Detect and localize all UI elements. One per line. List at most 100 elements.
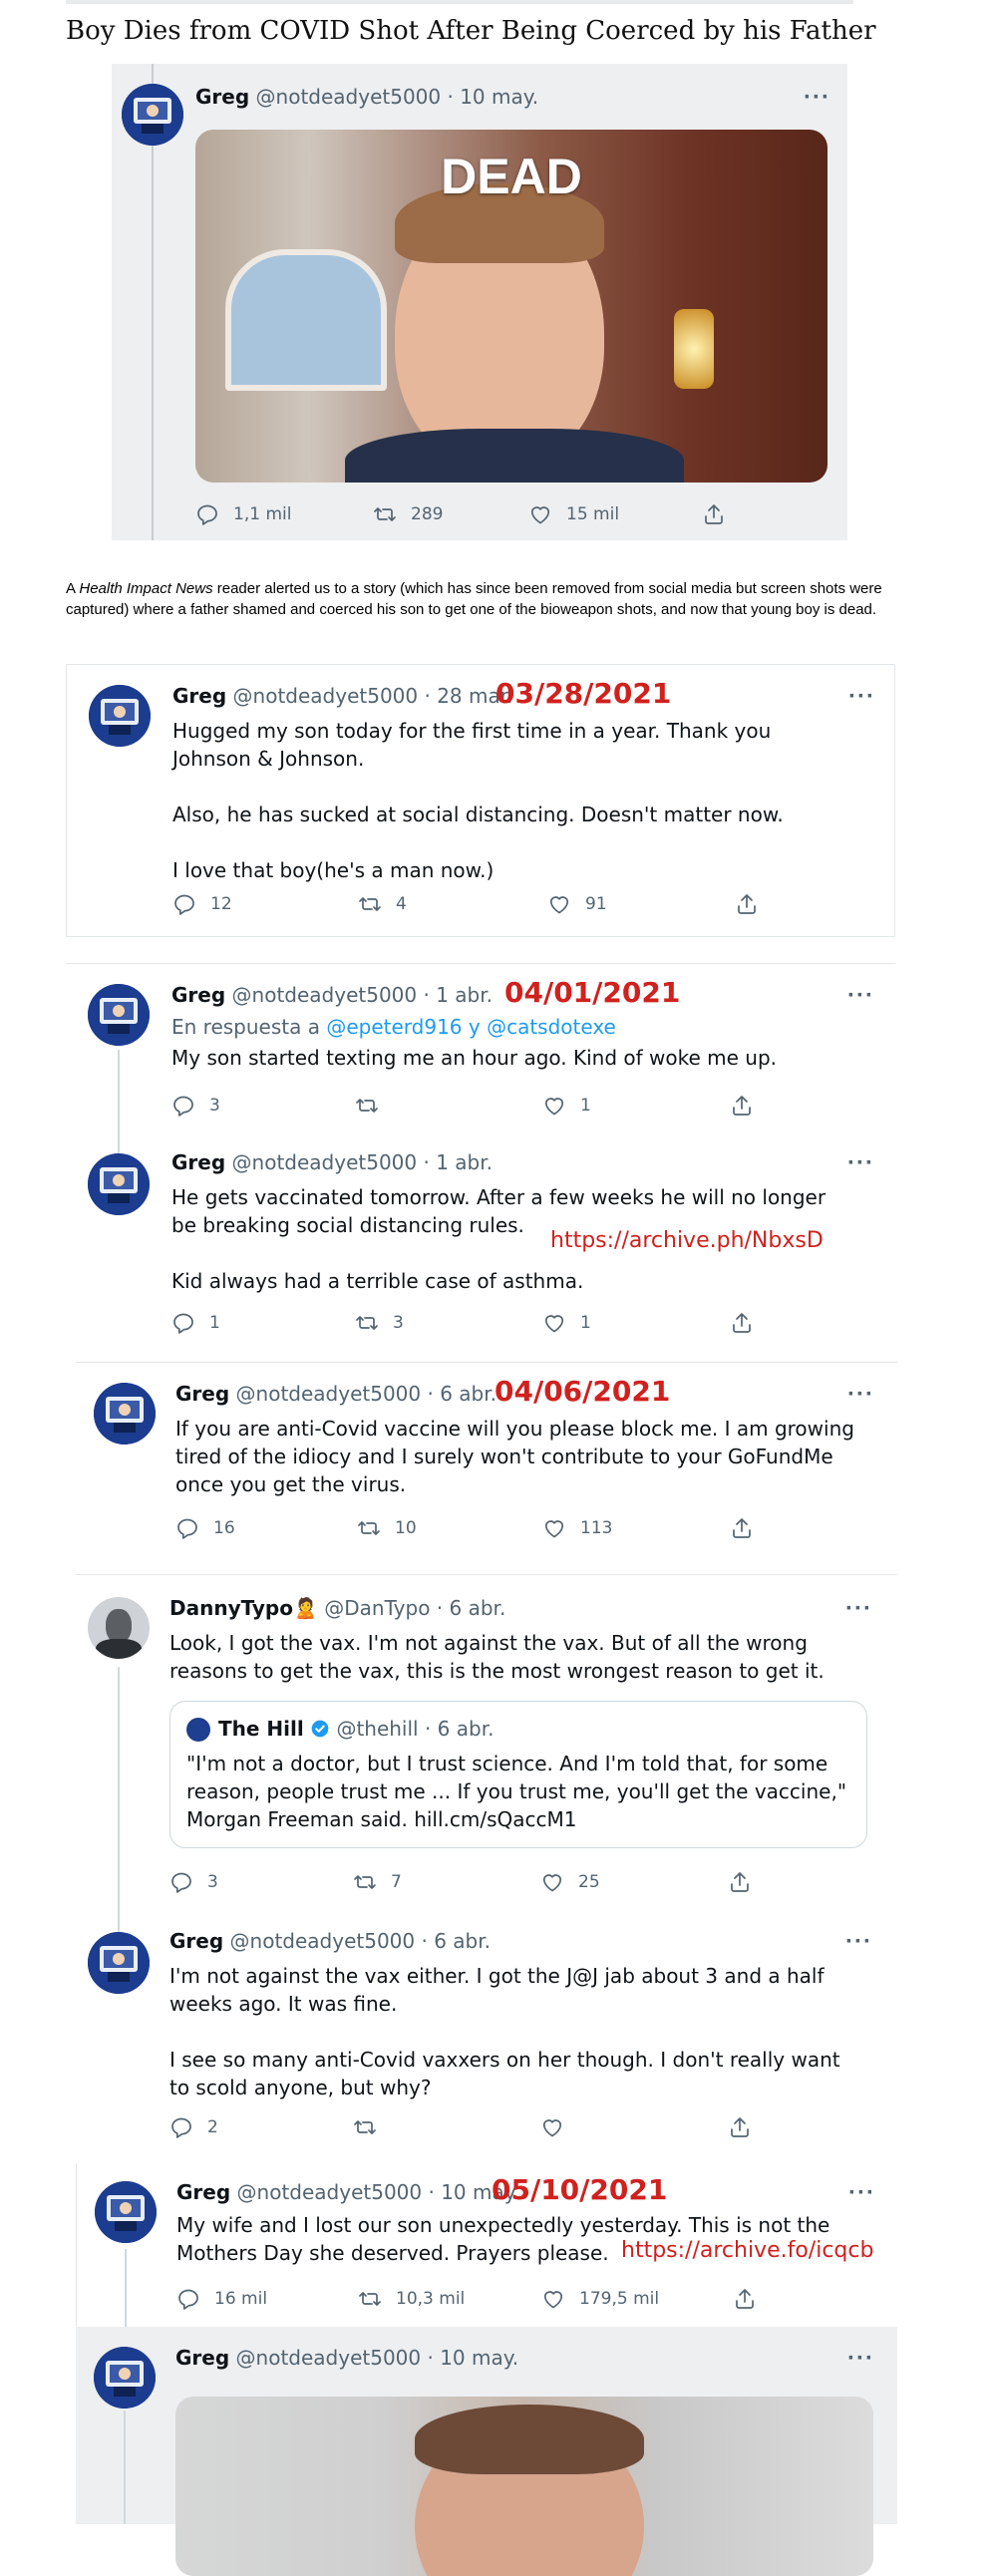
retweet-icon	[358, 2287, 382, 2311]
author-handle[interactable]: @notdeadyet5000 · 6 abr.	[230, 1929, 491, 1953]
more-icon[interactable]: ···	[848, 2181, 875, 2205]
author-handle[interactable]: @notdeadyet5000 · 1 abr.	[232, 1150, 493, 1174]
reply-icon	[169, 1870, 193, 1894]
like-icon	[547, 892, 571, 916]
reply-action[interactable]: 3	[169, 1868, 218, 1896]
window-shape	[225, 249, 387, 391]
reply-context: En respuesta a @epeterd916 y @catsdotexe	[171, 1015, 616, 1039]
more-icon[interactable]: ···	[847, 984, 874, 1008]
author-name[interactable]: Greg	[171, 1150, 225, 1174]
reply-count: 16	[213, 1518, 235, 1538]
reply-action[interactable]: 1	[171, 1309, 220, 1337]
retweet-action[interactable]: 289	[373, 500, 443, 528]
quote-author-handle[interactable]: @thehill · 6 abr.	[336, 1717, 494, 1741]
tweet-header: Greg @notdeadyet5000 · 10 may.	[175, 2345, 518, 2371]
reply-mentions[interactable]: @epeterd916 y @catsdotexe	[326, 1015, 616, 1039]
avatar[interactable]	[95, 2181, 157, 2243]
author-name[interactable]: Greg	[175, 1382, 229, 1406]
author-name[interactable]: DannyTypo🙎	[169, 1596, 318, 1620]
share-action[interactable]	[728, 2113, 752, 2141]
retweet-action[interactable]	[355, 1092, 393, 1120]
like-action[interactable]	[540, 2113, 578, 2141]
author-handle[interactable]: @notdeadyet5000 · 1 abr.	[232, 983, 493, 1007]
quote-author-name[interactable]: The Hill	[218, 1717, 304, 1741]
retweet-action[interactable]: 10	[357, 1514, 417, 1542]
share-action[interactable]	[735, 890, 759, 918]
more-icon[interactable]: ···	[847, 1151, 874, 1175]
avatar[interactable]	[94, 1383, 156, 1445]
quoted-tweet[interactable]: The Hill @thehill · 6 abr. "I'm not a do…	[169, 1701, 867, 1848]
avatar[interactable]	[89, 685, 151, 747]
avatar[interactable]	[122, 84, 183, 146]
retweet-action[interactable]: 3	[355, 1309, 404, 1337]
retweet-action[interactable]: 7	[353, 1868, 402, 1896]
reply-action[interactable]: 3	[171, 1092, 220, 1120]
author-name[interactable]: Greg	[172, 684, 226, 708]
like-action[interactable]: 25	[540, 1868, 600, 1896]
date-annotation: 03/28/2021	[496, 677, 672, 710]
like-action[interactable]: 113	[542, 1514, 612, 1542]
author-name[interactable]: Greg	[171, 983, 225, 1007]
retweet-count: 289	[411, 504, 444, 524]
reply-action[interactable]: 12	[172, 890, 232, 918]
reply-icon	[175, 1516, 199, 1540]
more-icon[interactable]: ···	[845, 1930, 872, 1954]
like-action[interactable]: 1	[542, 1309, 591, 1337]
like-action[interactable]: 15 mil	[528, 500, 619, 528]
avatar[interactable]	[88, 984, 150, 1046]
reply-count: 3	[207, 1872, 218, 1892]
reply-count: 2	[207, 2117, 218, 2137]
author-name[interactable]: Greg	[195, 85, 249, 109]
tweet-photo[interactable]	[175, 2397, 873, 2576]
avatar[interactable]	[88, 1153, 150, 1215]
tweet-photo[interactable]: DEAD	[195, 130, 828, 483]
reply-action[interactable]: 16 mil	[176, 2285, 267, 2313]
tweet-header: Greg @notdeadyet5000 · 1 abr.	[171, 982, 493, 1008]
retweet-action[interactable]: 10,3 mil	[358, 2285, 465, 2313]
more-icon[interactable]: ···	[848, 685, 875, 709]
tweet-header: Greg @notdeadyet5000 · 1 abr.	[171, 1149, 493, 1175]
date-annotation: 05/10/2021	[492, 2173, 668, 2206]
reply-action[interactable]: 2	[169, 2113, 218, 2141]
avatar[interactable]	[88, 1932, 150, 1994]
author-handle[interactable]: @DanTypo · 6 abr.	[324, 1596, 505, 1620]
more-icon[interactable]: ···	[847, 1383, 874, 1407]
retweet-action[interactable]	[353, 2113, 391, 2141]
share-action[interactable]	[702, 500, 726, 528]
tweet-text: Look, I got the vax. I'm not against the…	[169, 1631, 825, 1683]
share-icon	[730, 1094, 754, 1118]
more-icon[interactable]: ···	[845, 1597, 872, 1621]
retweet-action[interactable]: 4	[358, 890, 407, 918]
tweet-text: If you are anti-Covid vaccine will you p…	[175, 1417, 854, 1496]
avatar[interactable]	[88, 1597, 150, 1659]
portrait-shape	[106, 1609, 132, 1643]
share-action[interactable]	[728, 1868, 752, 1896]
tweet-card-5: Greg @notdeadyet5000 · 6 abr. 04/06/2021…	[76, 1362, 897, 1575]
author-name[interactable]: Greg	[176, 2180, 230, 2204]
reply-action[interactable]: 16	[175, 1514, 235, 1542]
share-icon	[735, 892, 759, 916]
share-icon	[702, 502, 726, 526]
like-action[interactable]: 91	[547, 890, 607, 918]
author-name[interactable]: Greg	[169, 1929, 223, 1953]
author-handle[interactable]: @notdeadyet5000 · 10 may.	[237, 2180, 520, 2204]
intro-paragraph: A Health Impact News reader alerted us t…	[66, 580, 882, 618]
more-icon[interactable]: ···	[847, 2347, 874, 2371]
author-handle[interactable]: @notdeadyet5000 · 10 may.	[256, 85, 539, 109]
like-action[interactable]: 179,5 mil	[541, 2285, 659, 2313]
tweet-thread-apr1: Greg @notdeadyet5000 · 1 abr. 04/01/2021…	[66, 963, 895, 1349]
author-handle[interactable]: @notdeadyet5000 · 10 may.	[236, 2346, 519, 2370]
reply-action[interactable]: 1,1 mil	[195, 500, 291, 528]
share-action[interactable]	[733, 2285, 757, 2313]
avatar[interactable]	[94, 2347, 156, 2409]
author-handle[interactable]: @notdeadyet5000 · 28 mar.	[233, 684, 513, 708]
share-action[interactable]	[730, 1309, 754, 1337]
share-action[interactable]	[730, 1092, 754, 1120]
share-action[interactable]	[730, 1514, 754, 1542]
like-count: 91	[585, 894, 607, 914]
author-name[interactable]: Greg	[175, 2346, 229, 2370]
author-handle[interactable]: @notdeadyet5000 · 6 abr.	[236, 1382, 496, 1406]
like-action[interactable]: 1	[542, 1092, 591, 1120]
tweet-card-2: Greg @notdeadyet5000 · 28 mar. 03/28/202…	[66, 664, 895, 937]
more-icon[interactable]: ···	[804, 86, 830, 110]
